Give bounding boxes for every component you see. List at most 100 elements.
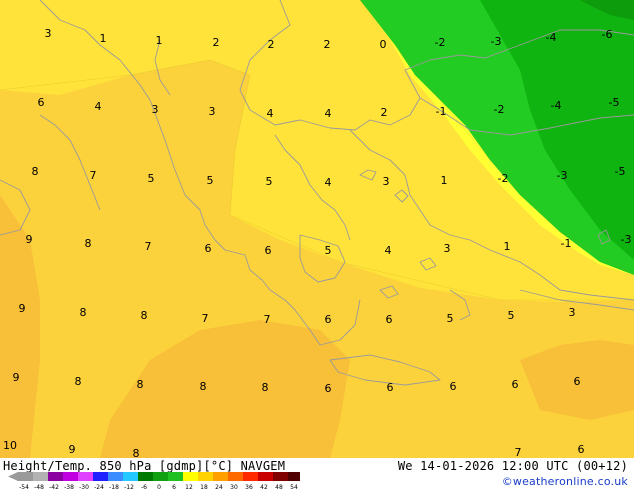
weather-map: 3 1 1 2 2 2 0 -2 -3 -4 -6 6 4 3 3 4 4 2 -1 -2 -4 -5 8 7 5 5 5 4 3 1 -2… [0,0,634,458]
contour-label: -2 [494,103,505,116]
contour-label: -1 [561,237,572,250]
contour-label: 4 [267,107,274,120]
contour-label: -3 [621,233,632,246]
scale-cell [33,472,48,481]
contour-label: 5 [266,175,273,188]
contour-label: -5 [609,96,620,109]
contour-label: 2 [213,36,220,49]
contour-label: 3 [569,306,576,319]
contour-label: 6 [386,313,393,326]
scale-cell [258,472,273,481]
contour-label: -1 [436,105,447,118]
contour-label: 7 [202,312,209,325]
scale-tick-label: -38 [64,484,74,490]
contour-label: 3 [45,27,52,40]
scale-cell [243,472,258,481]
scale-cell [108,472,123,481]
scale-cell [138,472,153,481]
scale-tick-label: -30 [79,484,89,490]
contour-label: -6 [602,28,613,41]
contour-label: 3 [209,105,216,118]
scale-tick-label: 36 [245,484,253,490]
scale-cell [273,472,288,481]
contour-label: 9 [26,233,33,246]
contour-label: 8 [75,375,82,388]
contour-label: 8 [137,378,144,391]
scale-cell [153,472,168,481]
scale-cell [198,472,213,481]
scale-tick-label: -54 [19,484,29,490]
contour-label: 7 [145,240,152,253]
scale-tick-label: 30 [230,484,238,490]
scale-tick-label: 6 [172,484,176,490]
contour-label: 5 [325,244,332,257]
contour-label: 4 [95,100,102,113]
contour-label: -3 [491,35,502,48]
contour-label: 7 [90,169,97,182]
contour-label: 6 [387,381,394,394]
scale-tick-label: 54 [290,484,298,490]
contour-label: -4 [546,31,557,44]
contour-label: -3 [557,169,568,182]
scale-cell [168,472,183,481]
contour-label: 6 [325,382,332,395]
scale-cell [228,472,243,481]
contour-label: 0 [380,38,387,51]
contour-label: 8 [133,447,140,458]
scale-cell [18,472,33,481]
contour-label: 5 [148,172,155,185]
scale-arrow-left [8,472,18,481]
contour-label: 6 [450,380,457,393]
scale-cell [63,472,78,481]
contour-label: 6 [205,242,212,255]
contour-label: 1 [100,32,107,45]
color-scale-bar: -54 -48 -42 -38 -30 -24 -18 -12 -6 0 6 12 18 24 30 36 42… [8,472,300,490]
contour-label: -4 [551,99,562,112]
scale-tick-label: 18 [200,484,208,490]
contour-label: 9 [13,371,20,384]
scale-cell [288,472,300,481]
contour-label: 1 [504,240,511,253]
contour-label: 8 [200,380,207,393]
contour-label: 9 [69,443,76,456]
contour-label: 2 [381,106,388,119]
scale-tick-label: -6 [141,484,147,490]
map-title: Height/Temp. 850 hPa [gdmp][°C] NAVGEM [3,459,286,473]
contour-label: 3 [444,242,451,255]
scale-cell [183,472,198,481]
scale-tick-label: 48 [275,484,283,490]
contour-label: 8 [262,381,269,394]
scale-tick-label: 24 [215,484,223,490]
contour-label: 7 [515,446,522,458]
scale-cell [93,472,108,481]
contour-label: 3 [152,103,159,116]
contour-label: 6 [578,443,585,456]
contour-label: 6 [574,375,581,388]
contour-label: 4 [325,107,332,120]
contour-label: 4 [325,176,332,189]
contour-label: 6 [265,244,272,257]
contour-label: -5 [615,165,626,178]
contour-label: 4 [385,244,392,257]
valid-datetime: We 14-01-2026 12:00 UTC (00+12) [397,459,628,473]
scale-tick-label: -12 [124,484,134,490]
site-credit-link[interactable]: ©weatheronline.co.uk [502,475,628,488]
contour-label: 9 [19,302,26,315]
contour-label: 1 [156,34,163,47]
contour-label: 5 [508,309,515,322]
contour-label: 1 [441,174,448,187]
scale-cell [78,472,93,481]
contour-label: 5 [207,174,214,187]
contour-label: -2 [498,172,509,185]
contour-label: 6 [38,96,45,109]
scale-cell [123,472,138,481]
contour-label: 8 [85,237,92,250]
contour-label: 6 [325,313,332,326]
contour-label: 7 [264,313,271,326]
scale-tick-label: -48 [34,484,44,490]
contour-label: 8 [141,309,148,322]
scale-tick-label: 42 [260,484,268,490]
scale-tick-label: 12 [185,484,193,490]
contour-label: 6 [512,378,519,391]
contour-label: 8 [80,306,87,319]
